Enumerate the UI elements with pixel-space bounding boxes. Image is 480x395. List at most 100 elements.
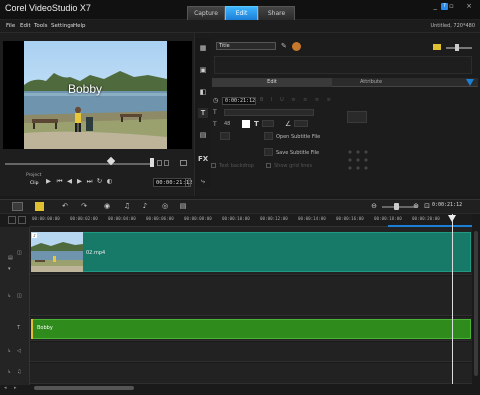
storyboard-view-icon[interactable]	[12, 202, 23, 211]
angle-input[interactable]	[294, 120, 308, 127]
show-all-tracks-icon[interactable]	[8, 216, 16, 224]
angle-icon[interactable]: ∠	[285, 120, 291, 128]
timeline-timecode[interactable]: 0:00:21:12	[432, 202, 462, 208]
enlarge-preview-icon[interactable]	[185, 178, 191, 187]
font-dropdown[interactable]	[224, 109, 314, 116]
path-icon[interactable]: ⤷	[198, 176, 208, 186]
save-subtitle-icon[interactable]	[264, 148, 273, 156]
title-track-icon[interactable]: T	[17, 325, 20, 331]
auto-music-icon[interactable]: ♪	[140, 201, 150, 211]
overlay-track-icon[interactable]: ◫	[17, 293, 22, 299]
hscroll-thumb[interactable]	[34, 386, 134, 390]
menu-settings[interactable]: Settings	[51, 23, 74, 29]
multiple-title-icon[interactable]	[220, 132, 230, 140]
zoom-knob[interactable]	[394, 203, 400, 210]
record-capture-icon[interactable]: ◉	[102, 201, 112, 211]
playhead[interactable]	[452, 214, 453, 384]
tab-capture[interactable]: Capture	[187, 6, 225, 20]
scrub-bar[interactable]	[5, 163, 150, 165]
import-icon[interactable]: ✎	[281, 42, 290, 51]
trim-in-icon[interactable]	[157, 160, 162, 166]
text-backdrop-checkbox[interactable]	[211, 163, 216, 168]
overlay-visibility-icon[interactable]: ↳	[7, 293, 11, 299]
volume-icon[interactable]: ◐	[105, 177, 114, 186]
trim-out-icon[interactable]	[164, 160, 169, 166]
motion-tracking-icon[interactable]: ◎	[160, 201, 170, 211]
mark-out-handle[interactable]	[150, 158, 154, 167]
repeat-icon[interactable]: ↻	[95, 177, 104, 186]
graphic-icon[interactable]: ▤	[198, 130, 208, 140]
ruler-tick: 00:00:08:00	[184, 216, 212, 221]
show-grid-checkbox[interactable]	[266, 163, 271, 168]
home-icon[interactable]: ⏮	[55, 177, 64, 186]
title-clip-handle[interactable]	[31, 319, 33, 339]
menu-edit[interactable]: Edit	[20, 23, 31, 29]
media-icon[interactable]: ▦	[198, 43, 208, 53]
open-subtitle-label[interactable]: Open Subtitle File	[276, 134, 320, 140]
window-controls[interactable]: _ ▫ ×	[433, 2, 477, 10]
tab-options-edit[interactable]: Edit	[212, 78, 332, 87]
zoom-in-icon[interactable]: ⊕	[411, 201, 421, 211]
next-frame-icon[interactable]: ▶	[75, 177, 84, 186]
clip-mode-label[interactable]: Clip	[30, 181, 39, 186]
format-buttons[interactable]: B I U ≡ ≡ ≡ ≡	[260, 97, 334, 103]
voice-track-lane[interactable]	[30, 342, 472, 362]
view-icon[interactable]	[433, 44, 441, 50]
ripple-edit-icon[interactable]	[18, 216, 26, 224]
line-spacing-icon[interactable]: T	[254, 120, 259, 128]
title-clip[interactable]	[31, 319, 471, 339]
tab-share[interactable]: Share	[258, 6, 295, 20]
redo-icon[interactable]: ↷	[79, 201, 89, 211]
subtitle-editor-icon[interactable]: ▤	[178, 201, 188, 211]
undo-icon[interactable]: ↶	[60, 201, 70, 211]
filter-icon[interactable]: FX	[198, 154, 208, 164]
play-icon[interactable]: ▶	[44, 177, 53, 186]
title-icon[interactable]: T	[198, 108, 208, 118]
video-caption: Bobby	[68, 82, 103, 96]
title-clip-name: Bobby	[37, 325, 53, 331]
menu-file[interactable]: File	[6, 23, 15, 29]
project-info: Untitled, 720*480	[430, 23, 475, 29]
voice-track-icon[interactable]: ◁	[17, 348, 21, 354]
thumb-size-knob[interactable]	[455, 44, 459, 51]
voice-visibility-icon[interactable]: ↳	[7, 348, 11, 354]
font-size-value[interactable]: 48	[224, 121, 230, 127]
zoom-out-icon[interactable]: ⊖	[369, 201, 379, 211]
font-color-swatch[interactable]	[242, 120, 250, 128]
overlay-track-lane[interactable]	[30, 276, 472, 316]
line-spacing-input[interactable]	[262, 120, 274, 127]
track-manager-icon[interactable]	[35, 202, 44, 211]
transition-icon[interactable]: ◧	[198, 87, 208, 97]
save-subtitle-label[interactable]: Save Subtitle File	[276, 150, 319, 156]
music-track-icon[interactable]: ♫	[17, 369, 21, 375]
end-icon[interactable]: ⏭	[85, 177, 94, 186]
track-expand-icon[interactable]: ▾	[8, 266, 11, 272]
tab-options-attribute[interactable]: Attribute	[334, 78, 408, 87]
get-more-icon[interactable]	[292, 42, 301, 51]
library-dropdown[interactable]: Title	[216, 42, 276, 50]
video-track-icon[interactable]: ▤	[8, 255, 13, 261]
track-headers	[0, 227, 30, 385]
sound-mixer-icon[interactable]: ♫	[122, 201, 132, 211]
music-visibility-icon[interactable]: ↳	[7, 369, 11, 375]
music-track-lane[interactable]	[30, 363, 472, 384]
scroll-left-icon[interactable]: ◂	[4, 385, 12, 391]
player-timecode[interactable]: 00:00:21:12	[153, 178, 192, 187]
alignment-preview[interactable]	[347, 111, 367, 123]
fit-project-icon[interactable]: ⊡	[422, 201, 432, 211]
scroll-right-icon[interactable]: ▸	[14, 385, 22, 391]
ruler-tick: 00:00:00:00	[32, 216, 60, 221]
split-clip-icon[interactable]	[180, 160, 187, 166]
menu-help[interactable]: Help	[73, 23, 86, 29]
open-subtitle-icon[interactable]	[264, 132, 273, 140]
track-mute-icon[interactable]: ◫	[17, 250, 22, 256]
vscroll-thumb[interactable]	[474, 231, 478, 376]
prev-frame-icon[interactable]: ◀	[65, 177, 74, 186]
thumb-size-slider[interactable]	[446, 47, 472, 49]
project-mode-label[interactable]: Project	[26, 173, 41, 178]
title-duration[interactable]: 0:00:21:12	[222, 97, 256, 105]
instant-project-icon[interactable]: ▣	[198, 65, 208, 75]
tab-edit[interactable]: Edit	[225, 6, 258, 20]
menu-tools[interactable]: Tools	[34, 23, 48, 29]
alignment-grid[interactable]	[346, 148, 370, 174]
